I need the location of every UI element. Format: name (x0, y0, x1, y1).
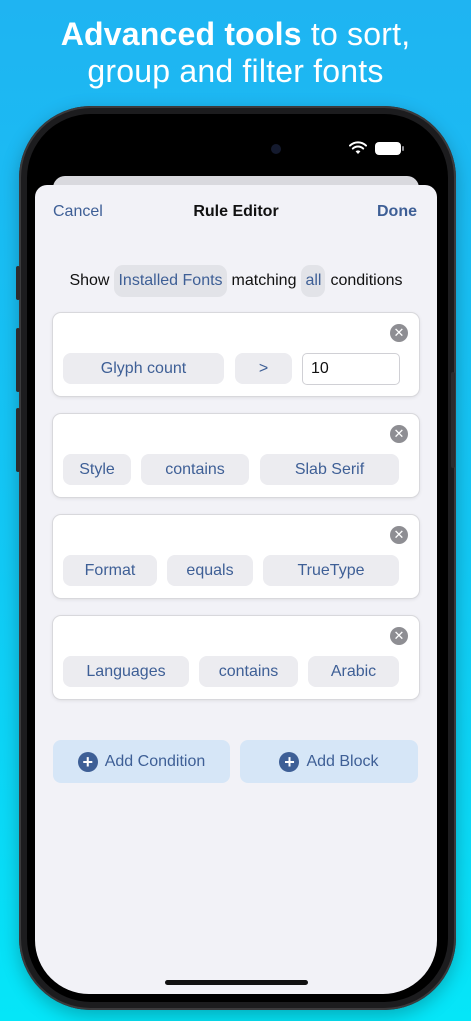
phone-screen: Cancel Rule Editor Done Show Installed F… (35, 122, 437, 994)
promo-headline: Advanced tools to sort, group and filter… (0, 16, 471, 90)
match-rule-row: Show Installed Fonts matching all condit… (35, 265, 437, 297)
power-button (451, 372, 455, 468)
rule-editor-sheet: Cancel Rule Editor Done Show Installed F… (35, 185, 437, 994)
condition-field-picker[interactable]: Format (63, 555, 157, 586)
remove-condition-icon[interactable]: ✕ (390, 425, 408, 443)
condition-field-picker[interactable]: Style (63, 454, 131, 485)
remove-condition-icon[interactable]: ✕ (390, 324, 408, 342)
headline-rest: to sort, (310, 16, 411, 52)
condition-operator-picker[interactable]: > (235, 353, 292, 384)
condition-card: ✕ Glyph count > 10 (53, 313, 419, 396)
plus-icon: + (279, 751, 300, 772)
navigation-bar: Cancel Rule Editor Done (35, 185, 437, 237)
condition-field-picker[interactable]: Glyph count (63, 353, 224, 384)
remove-condition-icon[interactable]: ✕ (390, 627, 408, 645)
status-bar (349, 140, 404, 156)
condition-operator-picker[interactable]: contains (141, 454, 249, 485)
show-label: Show (69, 272, 110, 289)
battery-icon (375, 141, 404, 155)
add-condition-label: Add Condition (104, 752, 206, 770)
home-indicator (165, 980, 308, 985)
headline-line-2: group and filter fonts (87, 53, 384, 89)
add-condition-button[interactable]: + Add Condition (53, 740, 230, 783)
condition-value-input[interactable]: 10 (302, 353, 400, 385)
condition-card: ✕ Languages contains Arabic (53, 616, 419, 699)
matching-label: matching (231, 272, 297, 289)
condition-card: ✕ Style contains Slab Serif (53, 414, 419, 497)
wifi-icon (349, 141, 367, 154)
plus-icon: + (77, 751, 98, 772)
conditions-label: conditions (330, 272, 403, 289)
condition-operator-picker[interactable]: equals (167, 555, 253, 586)
condition-value-picker[interactable]: Slab Serif (260, 454, 399, 485)
font-source-picker[interactable]: Installed Fonts (114, 265, 227, 297)
volume-up-button (16, 328, 20, 392)
done-button[interactable]: Done (377, 203, 417, 221)
condition-operator-picker[interactable]: contains (199, 656, 298, 687)
headline-bold: Advanced tools (60, 16, 302, 52)
match-mode-picker[interactable]: all (301, 265, 326, 297)
condition-card: ✕ Format equals TrueType (53, 515, 419, 598)
camera-icon (271, 144, 281, 154)
add-block-label: Add Block (306, 752, 379, 770)
condition-field-picker[interactable]: Languages (63, 656, 189, 687)
condition-value-picker[interactable]: Arabic (308, 656, 399, 687)
headline-line-1: Advanced tools to sort, (0, 16, 471, 53)
volume-down-button (16, 408, 20, 472)
condition-value-picker[interactable]: TrueType (263, 555, 399, 586)
remove-condition-icon[interactable]: ✕ (390, 526, 408, 544)
add-block-button[interactable]: + Add Block (240, 740, 418, 783)
silent-switch (16, 266, 20, 300)
